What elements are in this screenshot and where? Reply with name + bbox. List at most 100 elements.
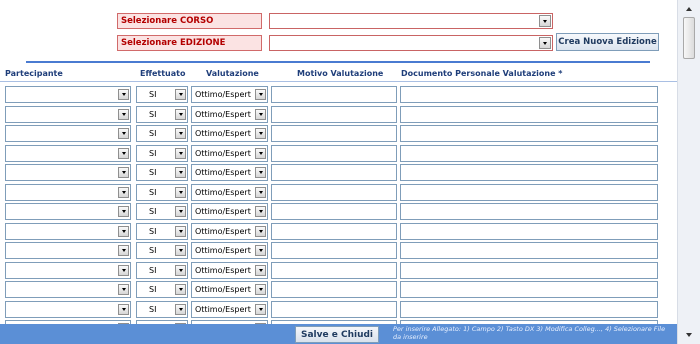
partecipante-combobox[interactable] <box>5 261 131 279</box>
documento-valutazione-field[interactable] <box>400 281 658 298</box>
motivo-valutazione-field[interactable] <box>271 125 397 142</box>
documento-valutazione-field[interactable] <box>400 86 658 103</box>
motivo-valutazione-field[interactable] <box>271 222 397 240</box>
chevron-down-icon[interactable] <box>255 264 266 276</box>
partecipante-combobox[interactable] <box>5 203 131 220</box>
valutazione-combobox[interactable]: Ottimo/Esperto <box>191 222 268 240</box>
motivo-valutazione-field[interactable] <box>271 105 397 123</box>
documento-valutazione-field[interactable] <box>400 105 658 123</box>
partecipante-combobox[interactable] <box>5 105 131 123</box>
partecipante-combobox[interactable] <box>5 300 131 318</box>
motivo-valutazione-field[interactable] <box>271 203 397 220</box>
partecipante-combobox[interactable] <box>5 144 131 162</box>
valutazione-combobox[interactable]: Ottimo/Esperto <box>191 125 268 142</box>
motivo-valutazione-field[interactable] <box>271 164 397 181</box>
chevron-down-icon[interactable] <box>255 284 266 295</box>
effettuato-combobox[interactable]: SI <box>136 203 188 220</box>
chevron-down-icon[interactable] <box>118 147 129 159</box>
chevron-down-icon[interactable] <box>175 167 186 178</box>
motivo-valutazione-field[interactable] <box>271 86 397 103</box>
effettuato-combobox[interactable]: SI <box>136 242 188 259</box>
effettuato-combobox[interactable]: SI <box>136 105 188 123</box>
chevron-down-icon[interactable] <box>175 303 186 315</box>
chevron-down-icon[interactable] <box>175 147 186 159</box>
partecipante-combobox[interactable] <box>5 86 131 103</box>
effettuato-combobox[interactable]: SI <box>136 125 188 142</box>
documento-valutazione-field[interactable] <box>400 183 658 201</box>
effettuato-combobox[interactable]: SI <box>136 164 188 181</box>
effettuato-combobox[interactable]: SI <box>136 300 188 318</box>
chevron-down-icon[interactable] <box>255 303 266 315</box>
documento-valutazione-field[interactable] <box>400 144 658 162</box>
chevron-down-icon[interactable] <box>175 225 186 237</box>
valutazione-combobox[interactable]: Ottimo/Esperto <box>191 86 268 103</box>
chevron-down-icon[interactable] <box>118 108 129 120</box>
valutazione-combobox[interactable]: Ottimo/Esperto <box>191 242 268 259</box>
chevron-down-icon[interactable] <box>118 284 129 295</box>
chevron-down-icon[interactable] <box>175 89 186 100</box>
documento-valutazione-field[interactable] <box>400 203 658 220</box>
partecipante-combobox[interactable] <box>5 164 131 181</box>
chevron-down-icon[interactable] <box>539 37 551 49</box>
documento-valutazione-field[interactable] <box>400 300 658 318</box>
chevron-down-icon[interactable] <box>255 147 266 159</box>
motivo-valutazione-field[interactable] <box>271 300 397 318</box>
valutazione-combobox[interactable]: Ottimo/Esperto <box>191 300 268 318</box>
chevron-down-icon[interactable] <box>118 167 129 178</box>
chevron-down-icon[interactable] <box>175 128 186 139</box>
documento-valutazione-field[interactable] <box>400 125 658 142</box>
corso-combobox[interactable] <box>269 13 553 29</box>
chevron-down-icon[interactable] <box>118 186 129 198</box>
effettuato-combobox[interactable]: SI <box>136 222 188 240</box>
valutazione-combobox[interactable]: Ottimo/Esperto <box>191 261 268 279</box>
documento-valutazione-field[interactable] <box>400 164 658 181</box>
chevron-down-icon[interactable] <box>175 284 186 295</box>
chevron-down-icon[interactable] <box>175 206 186 217</box>
effettuato-combobox[interactable]: SI <box>136 86 188 103</box>
arrow-up-icon[interactable] <box>682 2 696 16</box>
effettuato-combobox[interactable]: SI <box>136 144 188 162</box>
chevron-down-icon[interactable] <box>118 206 129 217</box>
chevron-down-icon[interactable] <box>118 264 129 276</box>
chevron-down-icon[interactable] <box>118 245 129 256</box>
valutazione-combobox[interactable]: Ottimo/Esperto <box>191 203 268 220</box>
motivo-valutazione-field[interactable] <box>271 144 397 162</box>
partecipante-combobox[interactable] <box>5 281 131 298</box>
scrollbar-thumb[interactable] <box>683 17 695 59</box>
motivo-valutazione-field[interactable] <box>271 281 397 298</box>
partecipante-combobox[interactable] <box>5 242 131 259</box>
chevron-down-icon[interactable] <box>255 186 266 198</box>
chevron-down-icon[interactable] <box>118 303 129 315</box>
partecipante-combobox[interactable] <box>5 222 131 240</box>
partecipante-combobox[interactable] <box>5 125 131 142</box>
save-and-close-button[interactable]: Salve e Chiudi <box>295 326 379 343</box>
chevron-down-icon[interactable] <box>175 245 186 256</box>
valutazione-combobox[interactable]: Ottimo/Esperto <box>191 164 268 181</box>
effettuato-combobox[interactable]: SI <box>136 183 188 201</box>
chevron-down-icon[interactable] <box>255 89 266 100</box>
effettuato-combobox[interactable]: SI <box>136 281 188 298</box>
chevron-down-icon[interactable] <box>255 225 266 237</box>
chevron-down-icon[interactable] <box>255 167 266 178</box>
chevron-down-icon[interactable] <box>255 128 266 139</box>
chevron-down-icon[interactable] <box>539 15 551 27</box>
motivo-valutazione-field[interactable] <box>271 183 397 201</box>
edizione-combobox[interactable] <box>269 35 553 51</box>
documento-valutazione-field[interactable] <box>400 261 658 279</box>
chevron-down-icon[interactable] <box>118 225 129 237</box>
crea-nuova-edizione-button[interactable]: Crea Nuova Edizione <box>556 33 659 51</box>
valutazione-combobox[interactable]: Ottimo/Esperto <box>191 105 268 123</box>
chevron-down-icon[interactable] <box>175 186 186 198</box>
valutazione-combobox[interactable]: Ottimo/Esperto <box>191 144 268 162</box>
chevron-down-icon[interactable] <box>255 245 266 256</box>
arrow-down-icon[interactable] <box>682 328 696 342</box>
vertical-scrollbar[interactable] <box>677 0 700 344</box>
valutazione-combobox[interactable]: Ottimo/Esperto <box>191 281 268 298</box>
partecipante-combobox[interactable] <box>5 183 131 201</box>
chevron-down-icon[interactable] <box>255 206 266 217</box>
effettuato-combobox[interactable]: SI <box>136 261 188 279</box>
chevron-down-icon[interactable] <box>255 108 266 120</box>
valutazione-combobox[interactable]: Ottimo/Esperto <box>191 183 268 201</box>
chevron-down-icon[interactable] <box>118 128 129 139</box>
chevron-down-icon[interactable] <box>175 264 186 276</box>
